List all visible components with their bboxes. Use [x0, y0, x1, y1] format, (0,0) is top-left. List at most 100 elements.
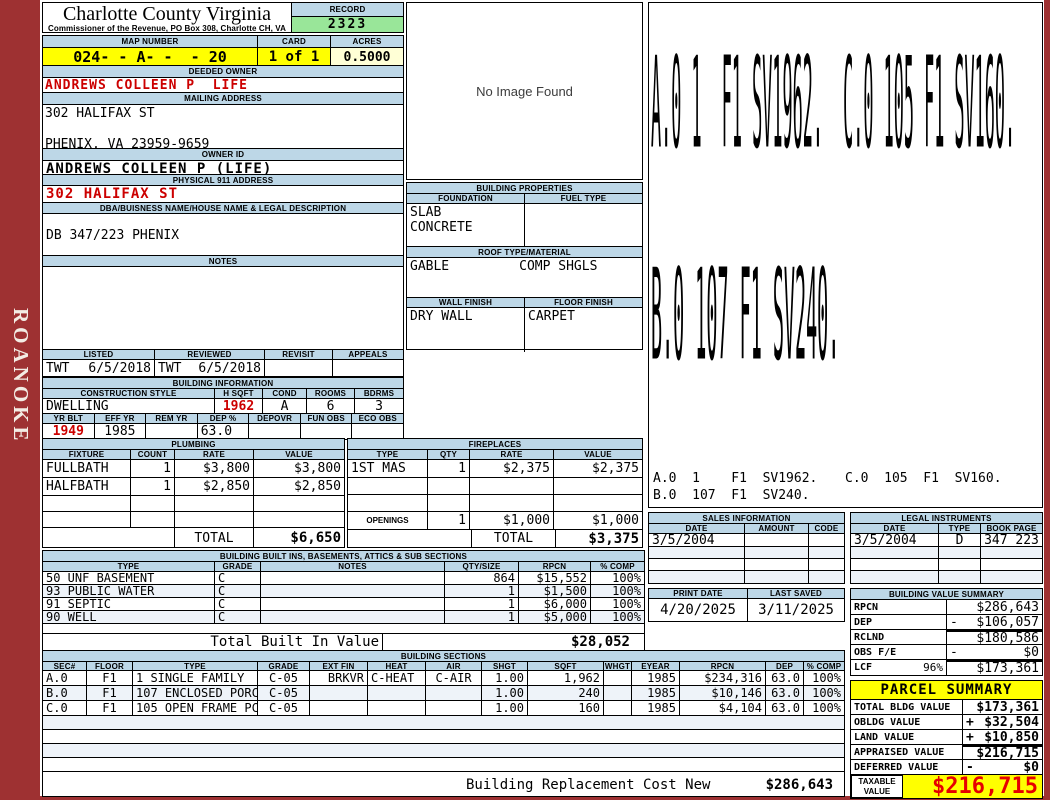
type-cell — [348, 478, 428, 495]
construction-style-label: CONSTRUCTION STYLE — [43, 389, 215, 399]
right-frame-bar — [1044, 0, 1050, 800]
bvs-row: LCF 96% $173,361 — [851, 660, 1042, 675]
rate-cell — [175, 512, 254, 528]
date-cell: 3/5/2004 — [649, 534, 745, 547]
roof-material: COMP SHGLS — [519, 259, 597, 274]
bvs-label-text: LCF — [854, 662, 872, 673]
parcel-value: $216,715 — [976, 746, 1039, 761]
building-value-summary-title: BUILDING VALUE SUMMARY — [851, 589, 1042, 600]
count-cell — [131, 496, 175, 512]
amount-cell — [745, 547, 809, 559]
legal-row-empty — [851, 547, 1042, 559]
parcel-row: DEFERRED VALUE - $0 — [851, 760, 1042, 775]
plumbing-total-value: $6,650 — [254, 528, 344, 548]
building-value-summary-section: BUILDING VALUE SUMMARY RPCN $286,643 DEP… — [850, 588, 1043, 676]
bvs-label: LCF 96% — [851, 660, 947, 675]
grade-cell: C-05 — [258, 686, 310, 701]
openings-rate: $1,000 — [470, 512, 554, 530]
bvs-value: $106,057 — [976, 615, 1039, 630]
parcel-value: $0 — [1023, 760, 1039, 775]
county-title: Charlotte County Virginia — [43, 4, 291, 24]
amount-cell — [745, 534, 809, 547]
bvs-label-sub: 96% — [923, 661, 943, 674]
type-cell — [939, 559, 981, 571]
comp-cell: 100% — [591, 611, 644, 624]
eyear-cell: 1985 — [632, 671, 680, 686]
card-label: CARD — [258, 36, 331, 48]
appeals-value — [333, 360, 403, 376]
type-label: TYPE — [133, 662, 258, 671]
plumbing-row: HALFBATH 1 $2,850 $2,850 — [43, 478, 344, 496]
depovr-label: DEPOVR — [249, 414, 301, 424]
sqft-cell: 1,962 — [528, 671, 604, 686]
floor-cell: F1 — [87, 701, 133, 716]
building-information-title: BUILDING INFORMATION — [43, 378, 403, 389]
bookpage-cell — [981, 571, 1042, 583]
rpcn-label: RPCN — [680, 662, 766, 671]
last-saved-label: LAST SAVED — [748, 589, 844, 599]
listed-label: LISTED — [43, 350, 155, 360]
type-cell: 107 ENCLOSED PORCH — [133, 686, 258, 701]
rooms-label: ROOMS — [307, 389, 355, 399]
eyear-cell: 1985 — [632, 686, 680, 701]
map-number-label: MAP NUMBER — [43, 36, 258, 48]
card-value: 1 of 1 — [258, 48, 331, 66]
comp-cell: 100% — [591, 585, 644, 598]
deeded-owner-section: DEEDED OWNER ANDREWS COLLEEN P LIFE — [42, 65, 404, 94]
built-ins-title: BUILDING BUILT INS, BASEMENTS, ATTICS & … — [43, 551, 644, 562]
built-in-row-empty — [43, 624, 644, 634]
acres-value: 0.5000 — [331, 48, 403, 66]
air-cell — [426, 701, 482, 716]
heat-label: HEAT — [368, 662, 426, 671]
rpcn-cell: $4,104 — [680, 701, 766, 716]
parcel-operator: + — [966, 730, 974, 745]
left-frame-bar: ROANOKE — [0, 0, 40, 800]
air-cell — [426, 686, 482, 701]
built-in-row: 90 WELL C 1 $5,000 100% — [43, 611, 644, 624]
rpcn-cell: $1,500 — [519, 585, 591, 598]
county-header-box: Charlotte County Virginia Commissioner o… — [42, 2, 404, 33]
air-cell: C-AIR — [426, 671, 482, 686]
sketch-legend-b: B.0 107 F1 SV240. — [653, 488, 810, 503]
legal-row-empty — [851, 559, 1042, 571]
replacement-cost-row: Building Replacement Cost New $286,643 — [43, 772, 844, 796]
construction-style-value: DWELLING — [43, 399, 215, 414]
comp-cell: 100% — [591, 598, 644, 611]
type-label: TYPE — [348, 450, 428, 460]
building-section-row: A.0 F1 1 SINGLE FAMILY C-05 BRKVR C-HEAT… — [43, 671, 844, 686]
code-cell — [809, 571, 844, 583]
dep-pct-label: DEP % — [198, 414, 250, 424]
parcel-label: DEFERRED VALUE — [851, 760, 963, 775]
bookpage-label: BOOK PAGE — [981, 524, 1042, 534]
yr-blt-label: YR BLT — [43, 414, 95, 424]
fixture-cell: HALFBATH — [43, 478, 131, 496]
fun-obs-label: FUN OBS — [301, 414, 353, 424]
code-cell — [809, 534, 844, 547]
code-label: CODE — [809, 524, 844, 534]
amount-cell — [745, 559, 809, 571]
building-sections-section: BUILDING SECTIONS SEC# FLOOR TYPE GRADE … — [42, 650, 845, 797]
reviewed-by: TWT — [158, 361, 181, 376]
value-cell — [554, 495, 642, 512]
extfin-label: EXT FIN — [310, 662, 368, 671]
grade-cell: C-05 — [258, 671, 310, 686]
comp-label: % COMP — [804, 662, 844, 671]
map-number-value: 024- - A- - - 20 — [43, 48, 258, 66]
bvs-value: $0 — [1023, 645, 1039, 660]
built-in-row: 91 SEPTIC C 1 $6,000 100% — [43, 598, 644, 611]
value-cell — [554, 478, 642, 495]
count-cell — [131, 512, 175, 528]
plumbing-total-row: TOTAL $6,650 — [43, 528, 344, 548]
reviewed-date: 6/5/2018 — [198, 361, 261, 376]
grade-cell: C — [215, 611, 261, 624]
plumbing-row-empty — [43, 512, 344, 528]
parcel-summary-title: PARCEL SUMMARY — [851, 681, 1042, 700]
shgt-cell: 1.00 — [482, 701, 528, 716]
parcel-operator: + — [966, 715, 974, 730]
parcel-row: OBLDG VALUE + $32,504 — [851, 715, 1042, 730]
building-section-row-empty — [43, 744, 844, 758]
record-box: RECORD 2323 — [291, 3, 403, 32]
whgt-label: WHGT — [604, 662, 632, 671]
extfin-cell — [310, 686, 368, 701]
fireplaces-section: FIREPLACES TYPE QTY RATE VALUE 1ST MAS 1… — [347, 438, 643, 548]
